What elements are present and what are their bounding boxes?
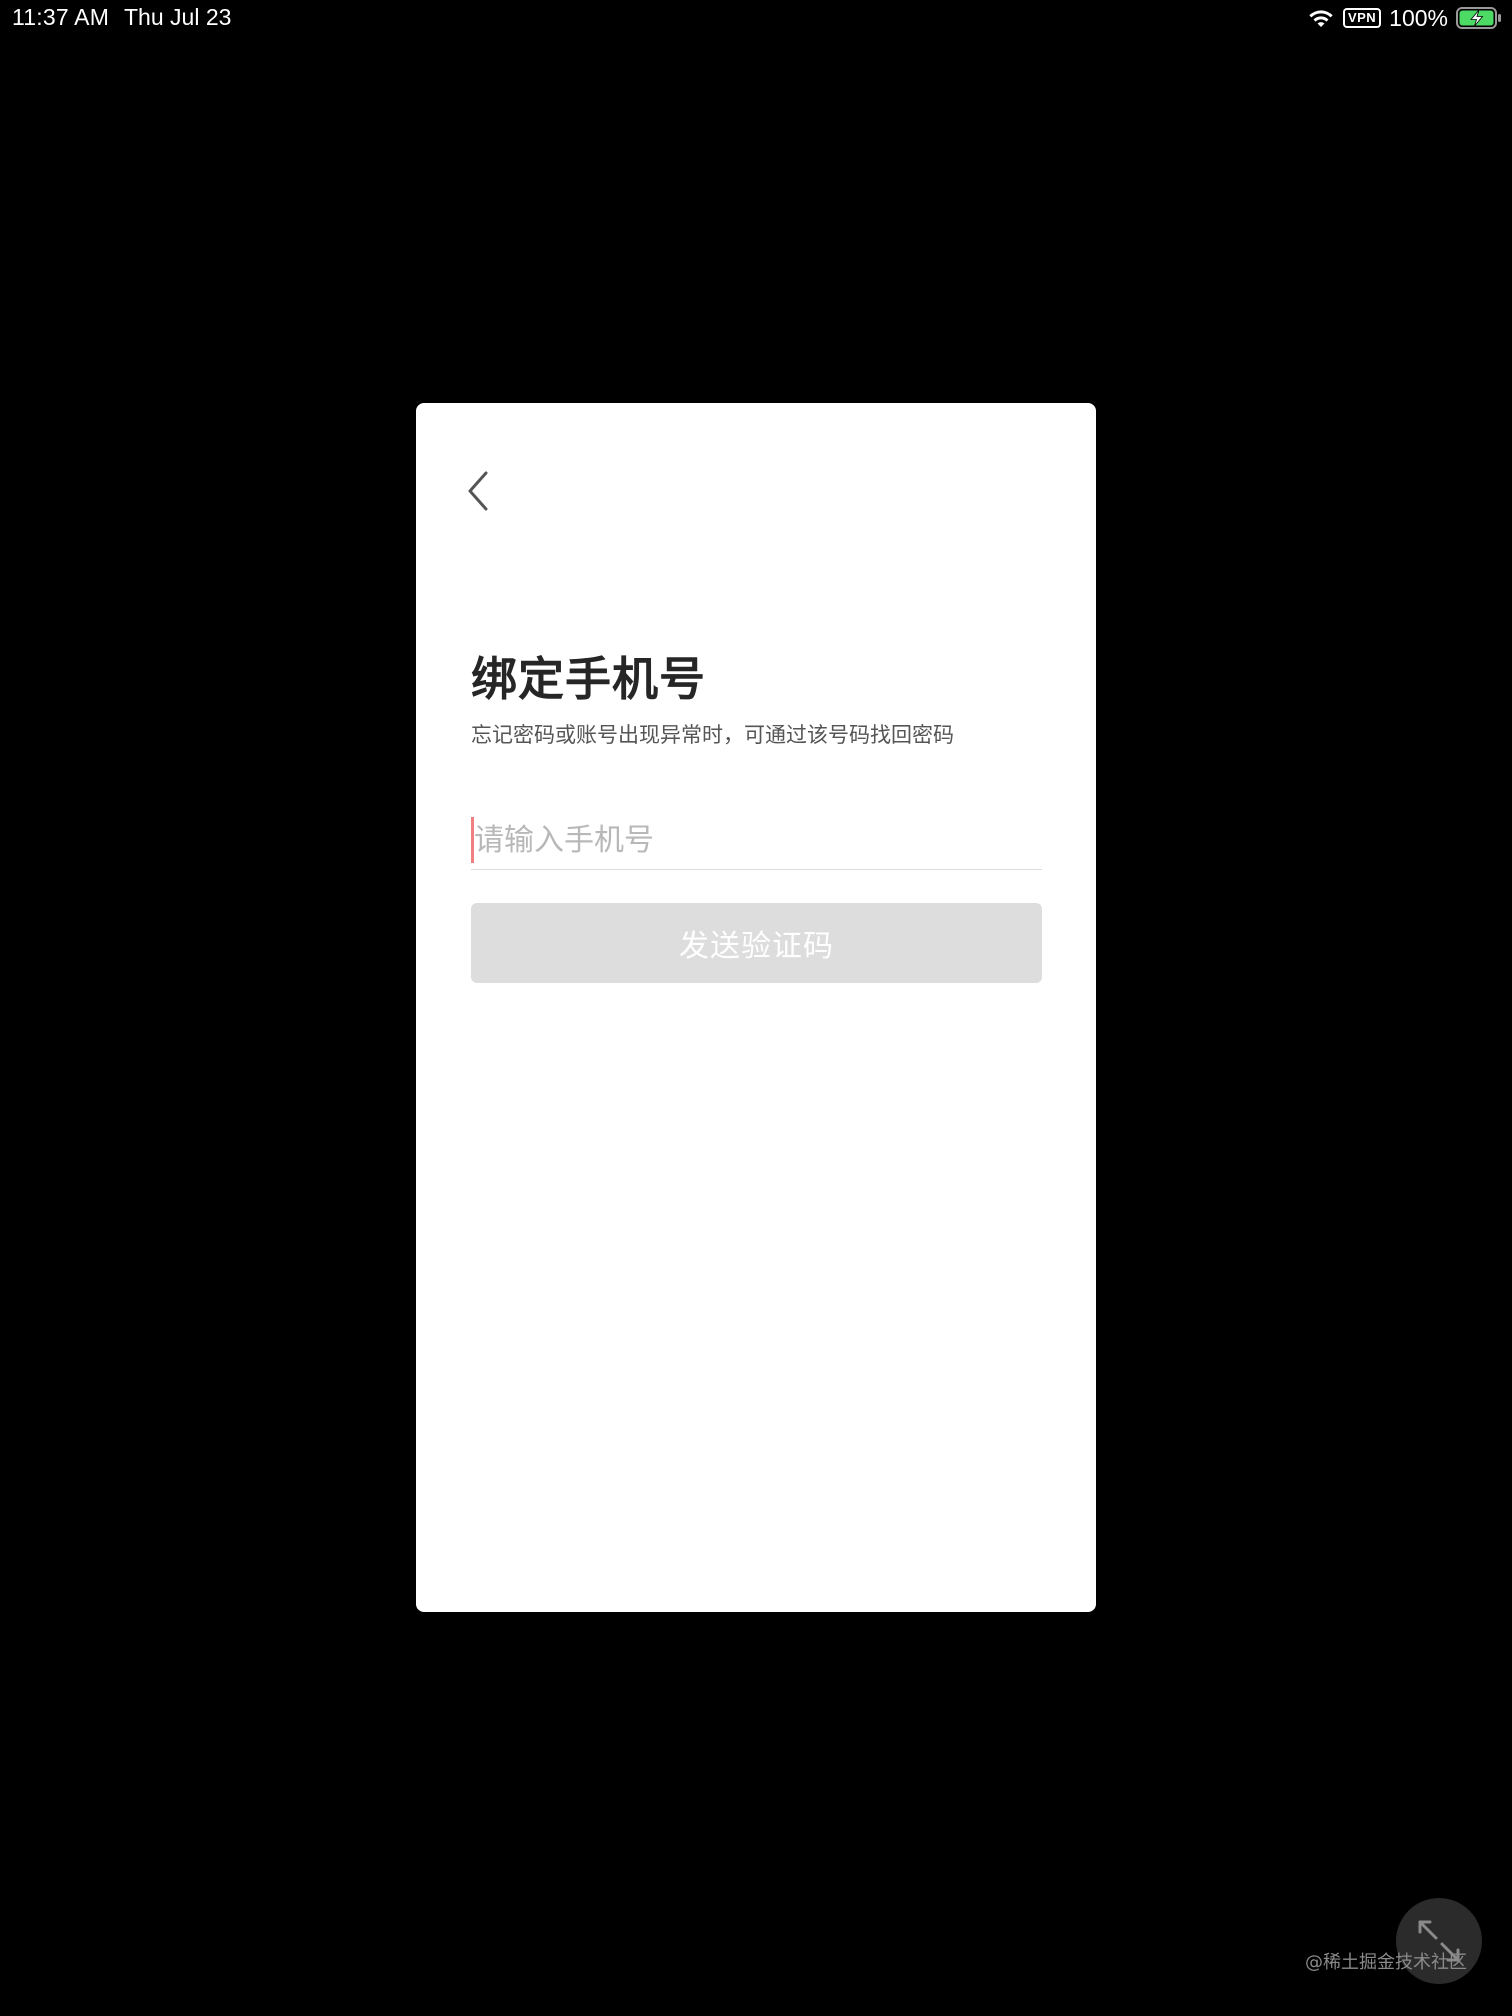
- screen: 11:37 AM Thu Jul 23 VPN 100% 绑定手机号 忘记密码或…: [0, 0, 1512, 2016]
- battery-charging-icon: [1456, 7, 1502, 29]
- watermark: @稀土掘金技术社区: [1305, 1952, 1467, 1973]
- status-bar: 11:37 AM Thu Jul 23 VPN 100%: [0, 0, 1512, 36]
- send-code-button[interactable]: 发送验证码: [471, 903, 1042, 983]
- phone-field: [471, 811, 1045, 870]
- page-title: 绑定手机号: [471, 652, 706, 706]
- bind-phone-dialog: 绑定手机号 忘记密码或账号出现异常时，可通过该号码找回密码 发送验证码: [416, 403, 1096, 1612]
- back-button[interactable]: [456, 463, 500, 519]
- status-indicators: VPN 100%: [1307, 4, 1502, 32]
- chevron-left-icon: [456, 463, 500, 519]
- battery-percentage: 100%: [1389, 4, 1448, 31]
- vpn-badge: VPN: [1342, 8, 1382, 28]
- page-subtitle: 忘记密码或账号出现异常时，可通过该号码找回密码: [471, 723, 954, 747]
- status-time: 11:37 AM: [12, 4, 110, 30]
- status-date: Thu Jul 23: [124, 4, 232, 30]
- wifi-icon: [1307, 7, 1335, 29]
- phone-number-input[interactable]: [471, 811, 1045, 869]
- text-caret: [471, 817, 474, 863]
